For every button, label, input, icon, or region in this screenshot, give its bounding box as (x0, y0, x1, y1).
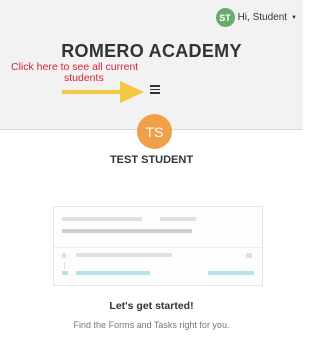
hamburger-icon[interactable] (149, 83, 161, 95)
empty-state-subtitle: Find the Forms and Tasks right for you. (73, 320, 230, 330)
academy-title: ROMERO ACADEMY (61, 41, 242, 61)
placeholder-line (64, 262, 65, 269)
placeholder-divider (54, 247, 262, 248)
empty-state-illustration (53, 206, 263, 286)
placeholder-bar (62, 229, 192, 233)
user-menu[interactable]: ST Hi, Student ▼ (215, 8, 297, 27)
header: ST Hi, Student ▼ ROMERO ACADEMY Click he… (0, 0, 303, 130)
user-avatar[interactable]: ST (215, 8, 235, 27)
placeholder-accent (208, 271, 254, 275)
placeholder-accent (76, 271, 150, 275)
caret-down-icon[interactable]: ▼ (291, 15, 297, 21)
app-root: ST Hi, Student ▼ ROMERO ACADEMY Click he… (0, 0, 303, 339)
empty-state-title: Let's get started! (109, 300, 194, 312)
profile-name: TEST STUDENT (109, 154, 194, 166)
placeholder-bar (160, 217, 196, 221)
user-greeting[interactable]: Hi, Student (238, 12, 287, 23)
placeholder-bar (76, 253, 172, 257)
placeholder-bar (62, 253, 66, 258)
profile-avatar: TS (137, 114, 172, 149)
placeholder-bar (246, 253, 252, 258)
placeholder-accent (62, 271, 68, 275)
arrow-right-icon (62, 81, 144, 103)
placeholder-bar (62, 217, 142, 221)
